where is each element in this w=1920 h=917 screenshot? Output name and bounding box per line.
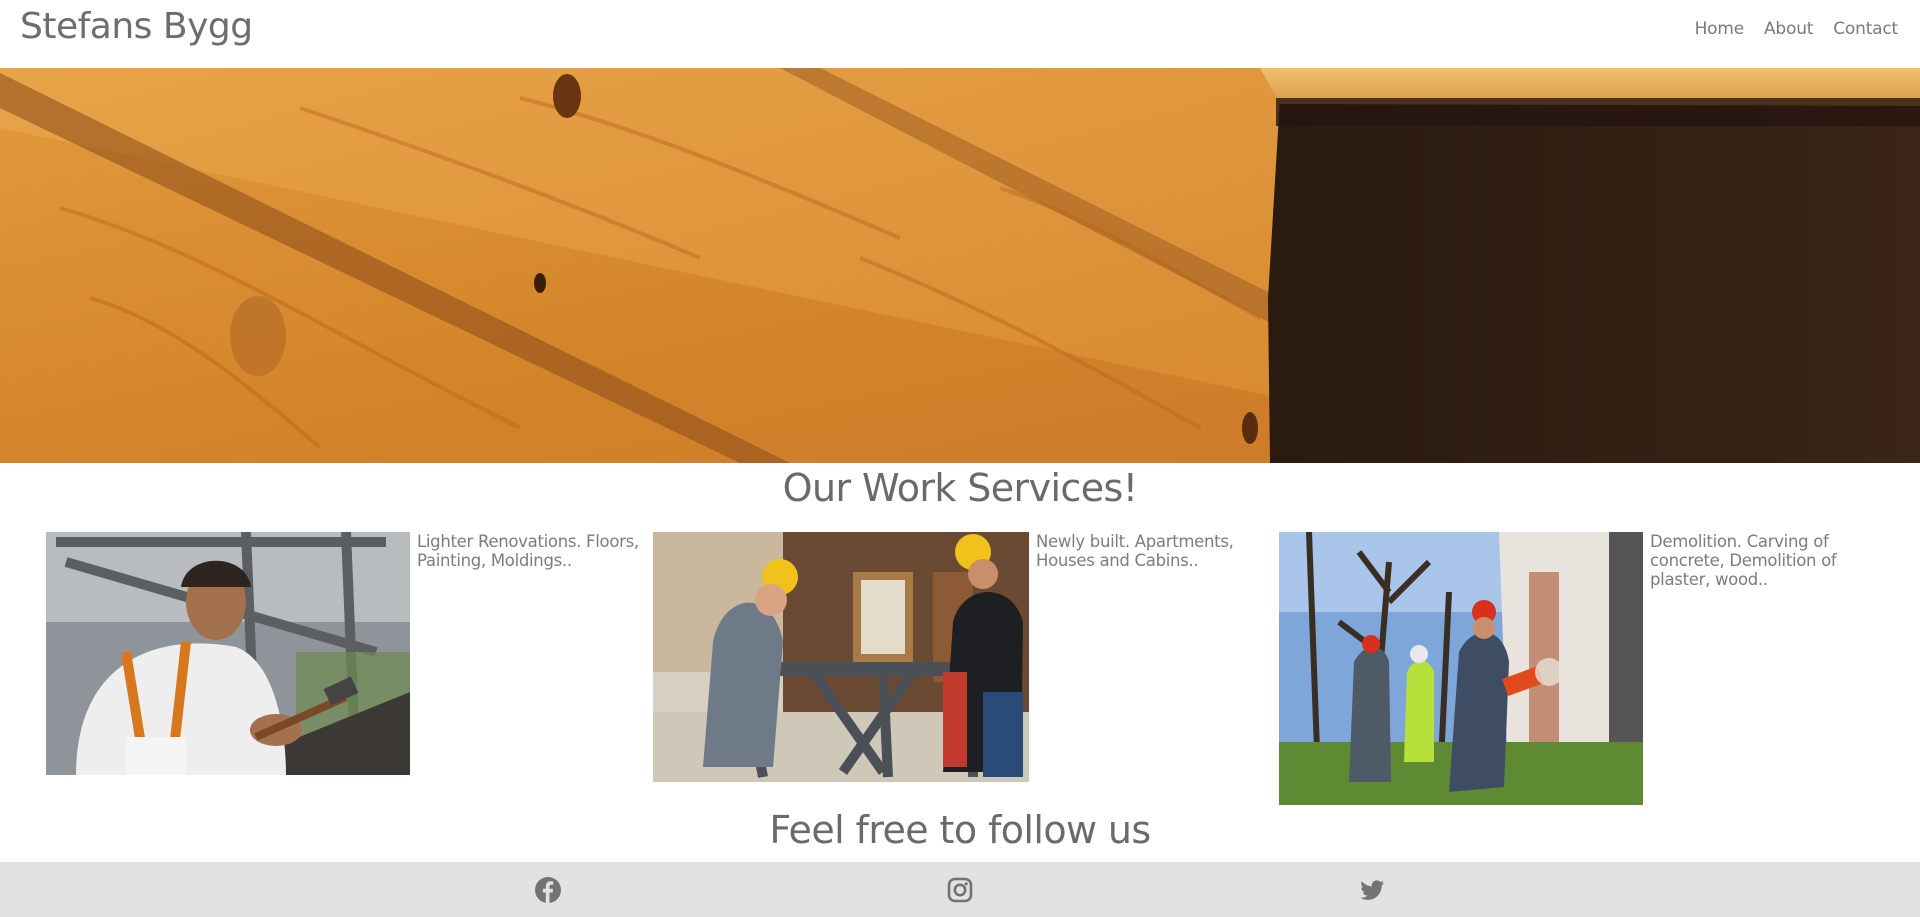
services-title: Our Work Services! [782,466,1138,510]
service-card-demolition: Demolition. Carving of concrete, Demolit… [1279,532,1843,805]
service-description-renovations: Lighter Renovations. Floors, Painting, M… [417,532,639,570]
instagram-icon[interactable] [946,876,974,904]
main-nav: Home About Contact [1695,19,1899,39]
service-description-new-builds: Newly built. Apartments, Houses and Cabi… [1036,532,1234,570]
site-header: Stefans Bygg Home About Contact [0,0,1920,68]
service-card-renovations: Lighter Renovations. Floors, Painting, M… [46,532,640,775]
service-description-demolition: Demolition. Carving of concrete, Demolit… [1650,532,1837,589]
follow-title: Feel free to follow us [769,808,1151,852]
social-footer [0,862,1920,917]
hero-banner-image [0,68,1920,463]
carpenter-hammer-photo [46,532,410,775]
twitter-icon[interactable] [1358,876,1386,904]
nav-about-link[interactable]: About [1764,19,1813,39]
facebook-icon[interactable] [534,876,562,904]
brand-logo-link[interactable]: Stefans Bygg [20,6,253,47]
nav-home-link[interactable]: Home [1695,19,1745,39]
demolition-chainsaw-photo [1279,532,1643,805]
service-card-new-builds: Newly built. Apartments, Houses and Cabi… [653,532,1249,782]
workers-building-cabin-photo [653,532,1029,782]
nav-contact-link[interactable]: Contact [1833,19,1898,39]
